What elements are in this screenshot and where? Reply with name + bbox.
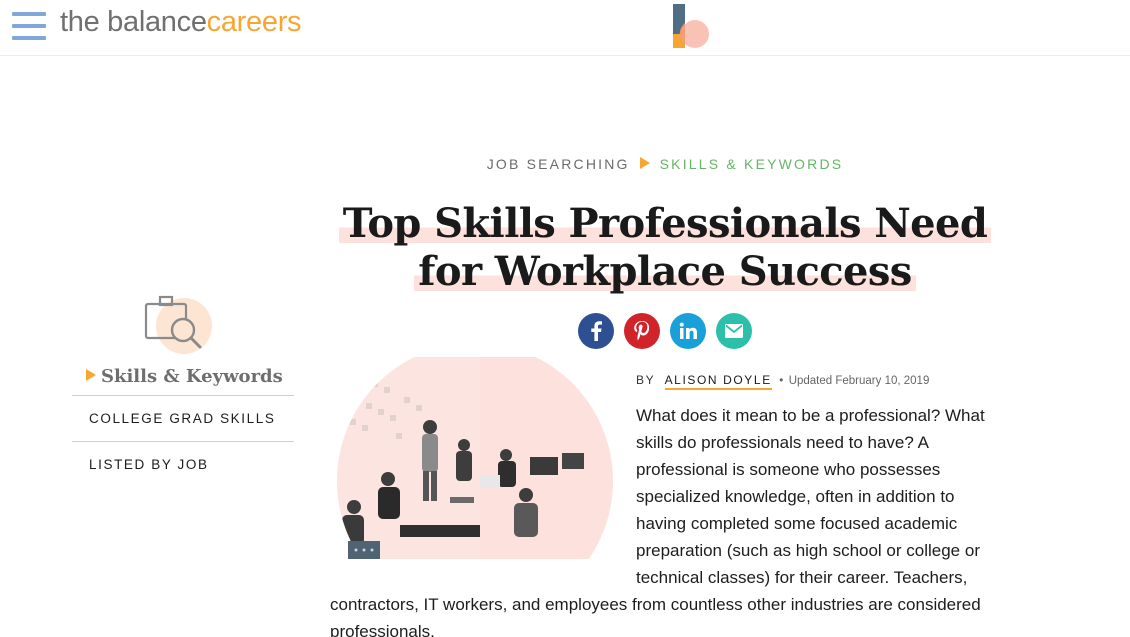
linkedin-icon [679, 322, 697, 339]
page-title: Top Skills Professionals Need for Workpl… [330, 200, 1000, 296]
breadcrumb: JOB SEARCHING SKILLS & KEYWORDS [0, 156, 1130, 172]
balance-logo-icon[interactable] [672, 2, 712, 50]
meeting-photo [337, 357, 613, 559]
byline-prefix: BY [636, 373, 656, 387]
byline-separator: • [779, 373, 784, 387]
title-line-2: for Workplace Success [414, 248, 916, 295]
sidebar-list: COLLEGE GRAD SKILLS LISTED BY JOB [72, 395, 294, 487]
title-line-1: Top Skills Professionals Need [338, 200, 992, 247]
article-header: Top Skills Professionals Need for Workpl… [330, 200, 1000, 296]
briefcase-search-icon [144, 295, 212, 354]
sidebar-title-label: Skills & Keywords [101, 366, 283, 387]
article-hero-image[interactable] [330, 357, 620, 559]
byline: BY ALISON DOYLE • Updated February 10, 2… [636, 373, 930, 390]
menu-bar [12, 12, 46, 16]
sidebar-item-label: LISTED BY JOB [89, 457, 209, 472]
sidebar-item-college-grad-skills[interactable]: COLLEGE GRAD SKILLS [72, 395, 294, 441]
pinterest-icon [634, 321, 650, 341]
breadcrumb-skills-keywords[interactable]: SKILLS & KEYWORDS [660, 156, 844, 172]
breadcrumb-job-searching[interactable]: JOB SEARCHING [487, 156, 630, 172]
sidebar-item-label: COLLEGE GRAD SKILLS [89, 411, 276, 426]
facebook-share-button[interactable] [578, 313, 614, 349]
site-logo[interactable]: the balancecareers [60, 6, 302, 39]
breadcrumb-arrow-icon [639, 157, 650, 169]
email-share-button[interactable] [716, 313, 752, 349]
article-paragraph-part2: contractors, IT workers, and employees f… [330, 595, 981, 637]
sidebar-item-listed-by-job[interactable]: LISTED BY JOB [72, 441, 294, 487]
hamburger-menu-icon[interactable] [12, 12, 46, 40]
brand-text-careers: careers [206, 6, 302, 38]
sidebar-title-skills-keywords[interactable]: Skills & Keywords [86, 366, 283, 387]
facebook-icon [591, 321, 602, 341]
sidebar-arrow-icon [86, 369, 96, 381]
menu-bar [12, 24, 46, 28]
author-link[interactable]: ALISON DOYLE [664, 373, 772, 390]
linkedin-share-button[interactable] [670, 313, 706, 349]
share-buttons [578, 313, 752, 349]
updated-date: Updated February 10, 2019 [788, 375, 930, 387]
email-icon [725, 324, 743, 338]
brand-text-the-balance: the balance [60, 6, 207, 38]
pinterest-share-button[interactable] [624, 313, 660, 349]
site-header: the balancecareers [0, 0, 1130, 56]
article-paragraph-part1: What does it mean to be a professional? … [636, 406, 985, 587]
menu-bar [12, 36, 46, 40]
